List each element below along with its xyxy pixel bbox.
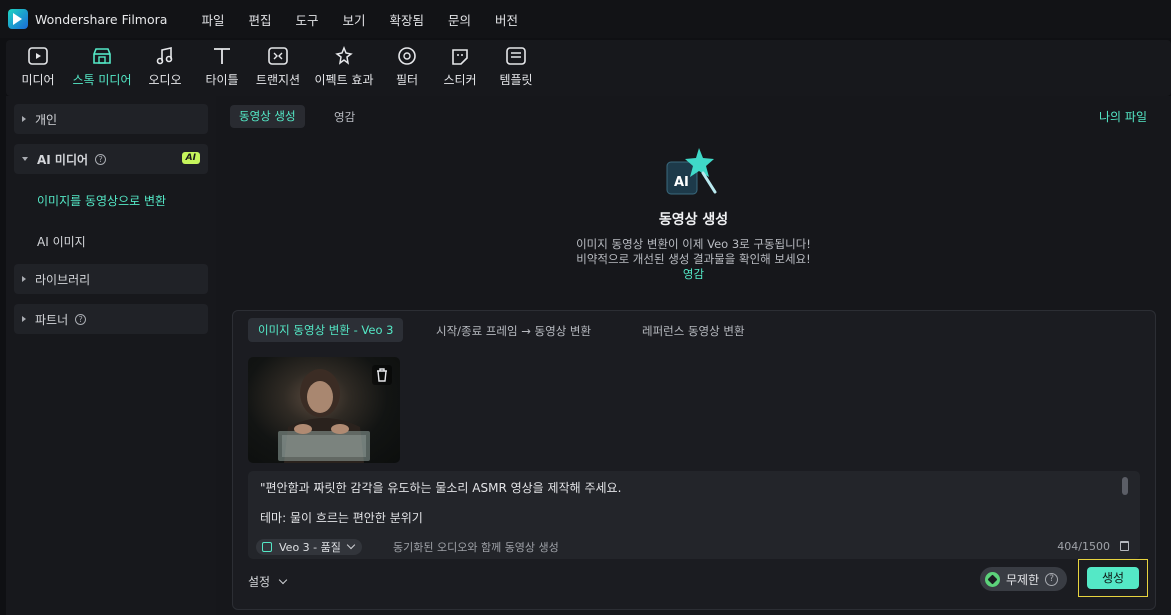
help-icon[interactable]: ? bbox=[1045, 572, 1059, 586]
toolbar-template[interactable]: 템플릿 bbox=[496, 46, 536, 92]
menu-help[interactable]: 문의 bbox=[448, 10, 471, 29]
expand-arrow-icon bbox=[22, 316, 26, 322]
toolbar-label: 스티커 bbox=[443, 73, 477, 87]
filmora-logo-icon bbox=[8, 9, 28, 29]
unlimited-label: 무제한 bbox=[1006, 572, 1040, 587]
filter-icon bbox=[398, 47, 416, 65]
help-icon[interactable]: ? bbox=[95, 153, 107, 165]
toolbar-label: 템플릿 bbox=[499, 73, 533, 87]
hero-description-line2: 비약적으로 개선된 생성 결과물을 확인해 보세요! bbox=[576, 252, 811, 266]
help-icon[interactable]: ? bbox=[75, 313, 87, 325]
my-files-link[interactable]: 나의 파일 bbox=[1099, 108, 1147, 125]
effects-icon bbox=[335, 46, 353, 65]
tab-reference-video[interactable]: 레퍼런스 동영상 변환 bbox=[642, 323, 745, 339]
generation-panel: 이미지 동영상 변환 - Veo 3 시작/종료 프레임 → 동영상 변환 레퍼… bbox=[232, 310, 1156, 610]
menu-bar: 파일 편집 도구 보기 확장됨 문의 버전 bbox=[201, 10, 542, 29]
menu-extensions[interactable]: 확장됨 bbox=[390, 10, 425, 29]
toolbar-label: 스톡 미디어 bbox=[72, 73, 132, 87]
toolbar-effects[interactable]: 이펙트 효과 bbox=[309, 46, 379, 92]
generate-button[interactable]: 생성 bbox=[1087, 567, 1139, 589]
toolbar-audio[interactable]: 오디오 bbox=[145, 46, 185, 92]
toolbar-transition[interactable]: 트랜지션 bbox=[252, 46, 304, 92]
prompt-text-line1: "편안함과 짜릿한 감각을 유도하는 물소리 ASMR 영상을 제작해 주세요. bbox=[260, 481, 622, 495]
model-selector[interactable]: Veo 3 - 품질 bbox=[256, 539, 362, 555]
prompt-text-line2: 테마: 물이 흐르는 편안한 분위기 bbox=[260, 511, 423, 525]
generate-button-highlight: 생성 bbox=[1078, 559, 1148, 597]
sidebar-item-label: 라이브러리 bbox=[35, 272, 91, 287]
transition-icon bbox=[268, 47, 288, 65]
sidebar-item-label: AI 미디어 bbox=[37, 152, 89, 167]
toolbar-title[interactable]: 타이틀 bbox=[202, 46, 242, 92]
tab-video-generation[interactable]: 동영상 생성 bbox=[230, 105, 305, 128]
sidebar-item-partner[interactable]: 파트너 ? bbox=[14, 304, 208, 334]
model-label: Veo 3 - 품질 bbox=[279, 541, 341, 554]
sidebar-item-ai-image[interactable]: AI 이미지 bbox=[37, 233, 86, 250]
toolbar-filter[interactable]: 필터 bbox=[390, 46, 424, 92]
toolbar-media[interactable]: 미디어 bbox=[18, 46, 58, 92]
toolbar-label: 트랜지션 bbox=[255, 73, 301, 87]
ai-video-star-icon: AI bbox=[666, 148, 717, 195]
prompt-input[interactable]: "편안함과 짜릿한 감각을 유도하는 물소리 ASMR 영상을 제작해 주세요.… bbox=[248, 471, 1140, 559]
tab-image-to-video-veo3[interactable]: 이미지 동영상 변환 - Veo 3 bbox=[248, 318, 404, 342]
svg-text:AI: AI bbox=[674, 175, 689, 190]
expand-arrow-icon bbox=[22, 116, 26, 122]
tab-inspiration[interactable]: 영감 bbox=[334, 109, 355, 125]
sidebar: 개인 AI 미디어 ? AI 이미지를 동영상으로 변환 AI 이미지 라이브러… bbox=[6, 96, 216, 615]
chevron-down-icon bbox=[346, 540, 356, 550]
toolbar-label: 타이틀 bbox=[205, 73, 239, 87]
menu-tools[interactable]: 도구 bbox=[295, 10, 318, 29]
toolbar-label: 미디어 bbox=[21, 73, 55, 87]
main-toolbar: 미디어 스톡 미디어 오디오 타이틀 트랜지션 이펙트 효과 필터 스티커 템플… bbox=[6, 40, 1171, 96]
sidebar-item-label: 파트너 bbox=[35, 312, 69, 327]
title-icon bbox=[214, 48, 230, 64]
clear-prompt-icon[interactable] bbox=[1120, 541, 1129, 551]
menu-view[interactable]: 보기 bbox=[342, 10, 365, 29]
tab-start-end-frame[interactable]: 시작/종료 프레임 → 동영상 변환 bbox=[436, 323, 591, 339]
menu-file[interactable]: 파일 bbox=[201, 10, 224, 29]
sidebar-item-personal[interactable]: 개인 bbox=[14, 104, 208, 134]
model-cube-icon bbox=[262, 542, 272, 552]
inspiration-link[interactable]: 영감 bbox=[216, 266, 1171, 282]
delete-image-icon[interactable] bbox=[372, 365, 392, 385]
menu-edit[interactable]: 편집 bbox=[248, 10, 271, 29]
unlimited-credits-badge[interactable]: 무제한 ? bbox=[980, 567, 1067, 591]
collapse-arrow-icon bbox=[22, 157, 28, 161]
template-icon bbox=[506, 47, 526, 65]
sidebar-item-image-to-video[interactable]: 이미지를 동영상으로 변환 bbox=[37, 192, 166, 209]
ai-badge: AI bbox=[181, 152, 200, 164]
prompt-scrollbar[interactable] bbox=[1122, 477, 1128, 495]
sidebar-item-label: 개인 bbox=[35, 112, 58, 127]
chevron-down-icon bbox=[278, 575, 288, 584]
menu-version[interactable]: 버전 bbox=[495, 10, 518, 29]
toolbar-label: 오디오 bbox=[148, 73, 182, 87]
hero-title: 동영상 생성 bbox=[658, 212, 729, 228]
app-name: Wondershare Filmora bbox=[35, 11, 168, 27]
sidebar-item-ai-media[interactable]: AI 미디어 ? AI bbox=[14, 144, 208, 174]
settings-label: 설정 bbox=[248, 575, 271, 589]
title-bar: Wondershare Filmora 파일 편집 도구 보기 확장됨 문의 버… bbox=[0, 0, 1171, 38]
stock-media-icon bbox=[93, 48, 111, 64]
main-content: 동영상 생성 영감 나의 파일 AI 동영상 생성 이미지 동영상 변환이 이제… bbox=[216, 96, 1171, 615]
sidebar-item-library[interactable]: 라이브러리 bbox=[14, 264, 208, 294]
character-counter: 404/1500 bbox=[1057, 540, 1110, 553]
sticker-icon bbox=[452, 49, 468, 65]
settings-dropdown[interactable]: 설정 bbox=[248, 573, 288, 590]
sync-audio-label: 동기화된 오디오와 함께 동영상 생성 bbox=[393, 541, 559, 554]
hero-description-line1: 이미지 동영상 변환이 이제 Veo 3로 구동됩니다! bbox=[576, 237, 811, 251]
toolbar-label: 이펙트 효과 bbox=[314, 73, 374, 87]
toolbar-sticker[interactable]: 스티커 bbox=[440, 46, 480, 92]
audio-icon bbox=[156, 47, 173, 65]
uploaded-image-thumbnail[interactable] bbox=[248, 357, 400, 463]
credit-icon bbox=[985, 571, 1000, 587]
media-icon bbox=[28, 47, 48, 65]
toolbar-stock-media[interactable]: 스톡 미디어 bbox=[68, 46, 136, 92]
expand-arrow-icon bbox=[22, 276, 26, 282]
toolbar-label: 필터 bbox=[395, 73, 419, 87]
